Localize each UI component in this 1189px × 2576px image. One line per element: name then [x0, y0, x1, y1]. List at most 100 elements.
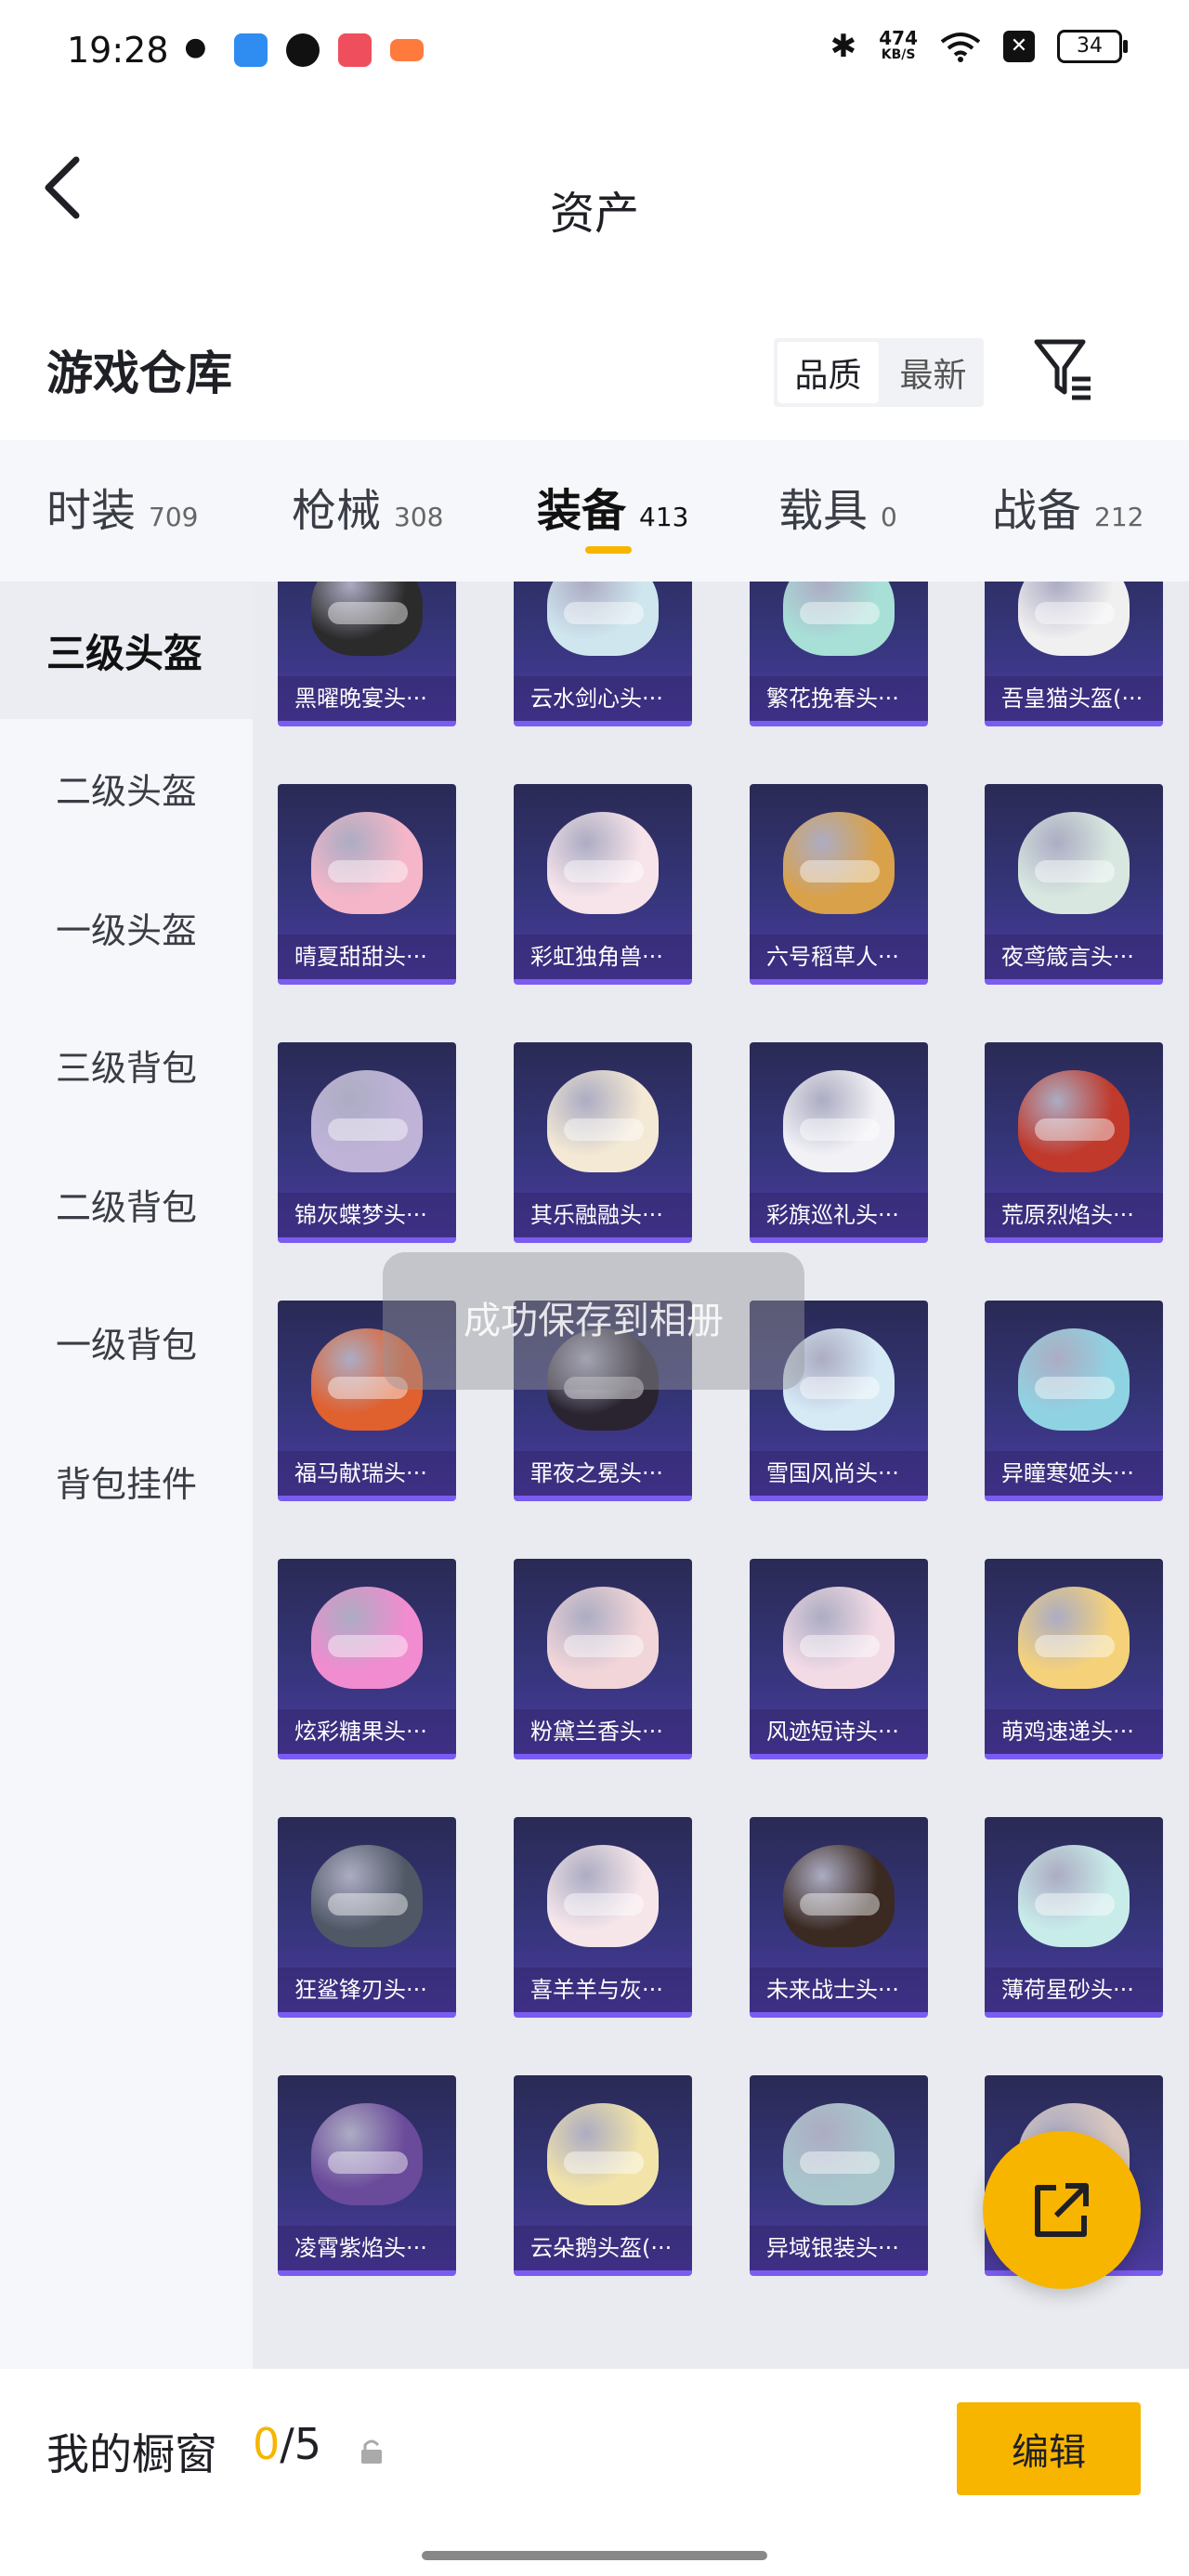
helmet-item-card[interactable]: 异域银装头··· [750, 2075, 928, 2276]
home-indicator [422, 2551, 767, 2560]
helmet-image [547, 2103, 659, 2205]
tab-label: 时装 [46, 485, 137, 537]
lock-icon [361, 2439, 382, 2464]
tab-count: 308 [394, 502, 444, 532]
helmet-image [547, 1845, 659, 1947]
helmet-item-card[interactable]: 锦灰蝶梦头··· [278, 1042, 456, 1243]
helmet-item-card[interactable]: 萌鸡速递头··· [985, 1559, 1163, 1759]
helmet-item-card[interactable]: 夜鸢箴言头··· [985, 784, 1163, 985]
helmet-item-card[interactable]: 未来战士头··· [750, 1817, 928, 2018]
helmet-image [1018, 812, 1130, 914]
tab-label: 载具 [778, 485, 869, 537]
status-time: 19:28 [67, 30, 169, 71]
helmet-item-card[interactable]: 粉黛兰香头··· [514, 1559, 692, 1759]
helmet-image [311, 2103, 423, 2205]
sidebar-item-level2-helmet[interactable]: 二级头盔 [0, 719, 253, 856]
helmet-item-label: 云朵鹅头盔(··· [514, 2226, 692, 2270]
helmet-image [311, 1070, 423, 1172]
edit-button[interactable]: 编辑 [957, 2402, 1141, 2495]
tab-fashion[interactable]: 时装 709 [46, 474, 198, 539]
helmet-item-card[interactable]: 吾皇猫头盔(··· [985, 582, 1163, 726]
video-app-icon [338, 33, 372, 67]
helmet-item-label: 福马献瑞头··· [278, 1451, 456, 1496]
helmet-item-label: 萌鸡速递头··· [985, 1709, 1163, 1754]
helmet-item-card[interactable]: 薄荷星砂头··· [985, 1817, 1163, 2018]
battery-indicator: 34 [1057, 30, 1128, 63]
helmet-image [547, 1070, 659, 1172]
tab-gear[interactable]: 战备 212 [992, 474, 1143, 539]
helmet-item-card[interactable]: 荒原烈焰头··· [985, 1042, 1163, 1243]
showcase-used: 0 [253, 2419, 281, 2469]
helmet-image [1018, 1845, 1130, 1947]
page-title: 资产 [549, 188, 639, 240]
helmet-image [311, 1587, 423, 1689]
tab-label: 枪械 [292, 485, 382, 537]
helmet-item-card[interactable]: 云水剑心头··· [514, 582, 692, 726]
helmet-item-card[interactable]: 六号稻草人··· [750, 784, 928, 985]
helmet-item-label: 罪夜之冕头··· [514, 1451, 692, 1496]
share-button[interactable] [983, 2131, 1141, 2289]
sort-quality-option[interactable]: 品质 [777, 342, 879, 403]
helmet-item-label: 荒原烈焰头··· [985, 1193, 1163, 1237]
helmet-item-label: 彩旗巡礼头··· [750, 1193, 928, 1237]
helmet-image [783, 1587, 895, 1689]
tab-label: 战备 [992, 485, 1082, 537]
helmet-item-label: 六号稻草人··· [750, 935, 928, 979]
active-tab-indicator [585, 546, 632, 554]
helmet-item-label: 未来战士头··· [750, 1968, 928, 2012]
notification-icons [182, 33, 424, 67]
helmet-image [1018, 1328, 1130, 1431]
helmet-item-card[interactable]: 彩虹独角兽··· [514, 784, 692, 985]
helmet-image [311, 582, 423, 656]
helmet-item-card[interactable]: 凌霄紫焰头··· [278, 2075, 456, 2276]
showcase-total: 5 [294, 2419, 322, 2469]
helmet-image [1018, 1587, 1130, 1689]
sidebar-item-level1-helmet[interactable]: 一级头盔 [0, 858, 253, 996]
tab-count: 709 [149, 502, 199, 532]
helmet-item-card[interactable]: 晴夏甜甜头··· [278, 784, 456, 985]
helmet-item-card[interactable]: 其乐融融头··· [514, 1042, 692, 1243]
helmet-image [311, 1845, 423, 1947]
helmet-item-card[interactable]: 云朵鹅头盔(··· [514, 2075, 692, 2276]
helmet-image [1018, 1070, 1130, 1172]
helmet-item-label: 吾皇猫头盔(··· [985, 676, 1163, 721]
helmet-item-label: 锦灰蝶梦头··· [278, 1193, 456, 1237]
helmet-item-label: 薄荷星砂头··· [985, 1968, 1163, 2012]
tab-vehicles[interactable]: 载具 0 [778, 474, 897, 539]
showcase-separator: / [280, 2419, 294, 2469]
helmet-image [547, 812, 659, 914]
sidebar-item-backpack-charm[interactable]: 背包挂件 [0, 1412, 253, 1550]
helmet-item-card[interactable]: 彩旗巡礼头··· [750, 1042, 928, 1243]
showcase-label: 我的橱窗 [46, 2429, 217, 2479]
shield-app-icon [286, 33, 320, 67]
net-speed-unit: KB/S [881, 47, 916, 62]
sort-latest-option[interactable]: 最新 [882, 338, 984, 407]
net-speed-value: 474 [879, 27, 918, 49]
tab-firearms[interactable]: 枪械 308 [292, 474, 443, 539]
helmet-item-label: 狂鲨锋刃头··· [278, 1968, 456, 2012]
helmet-item-card[interactable]: 风迹短诗头··· [750, 1559, 928, 1759]
helmet-image [547, 1587, 659, 1689]
helmet-item-label: 异域银装头··· [750, 2226, 928, 2270]
helmet-item-card[interactable]: 黑曜晚宴头··· [278, 582, 456, 726]
status-bar: 19:28 ✱ 474 KB/S ✕ 34 [0, 0, 1189, 104]
wifi-icon [940, 33, 981, 62]
helmet-item-card[interactable]: 炫彩糖果头··· [278, 1559, 456, 1759]
helmet-item-card[interactable]: 繁花挽春头··· [750, 582, 928, 726]
sidebar-item-level3-backpack[interactable]: 三级背包 [0, 996, 253, 1133]
helmet-item-card[interactable]: 异瞳寒姬头··· [985, 1301, 1163, 1501]
sidebar-item-level1-backpack[interactable]: 一级背包 [0, 1273, 253, 1410]
wechat-icon [182, 33, 216, 67]
helmet-item-label: 繁花挽春头··· [750, 676, 928, 721]
sidebar-item-level2-backpack[interactable]: 二级背包 [0, 1135, 253, 1273]
tab-equipment[interactable]: 装备 413 [537, 474, 688, 539]
helmet-item-label: 炫彩糖果头··· [278, 1709, 456, 1754]
helmet-item-card[interactable]: 喜羊羊与灰··· [514, 1817, 692, 2018]
game-app-icon [390, 39, 424, 61]
sidebar-item-level3-helmet[interactable]: 三级头盔 [0, 582, 253, 719]
helmet-item-card[interactable]: 狂鲨锋刃头··· [278, 1817, 456, 2018]
helmet-item-label: 粉黛兰香头··· [514, 1709, 692, 1754]
helmet-item-label: 晴夏甜甜头··· [278, 935, 456, 979]
filter-list-icon[interactable] [1031, 334, 1096, 405]
close-box-icon: ✕ [1003, 31, 1035, 62]
